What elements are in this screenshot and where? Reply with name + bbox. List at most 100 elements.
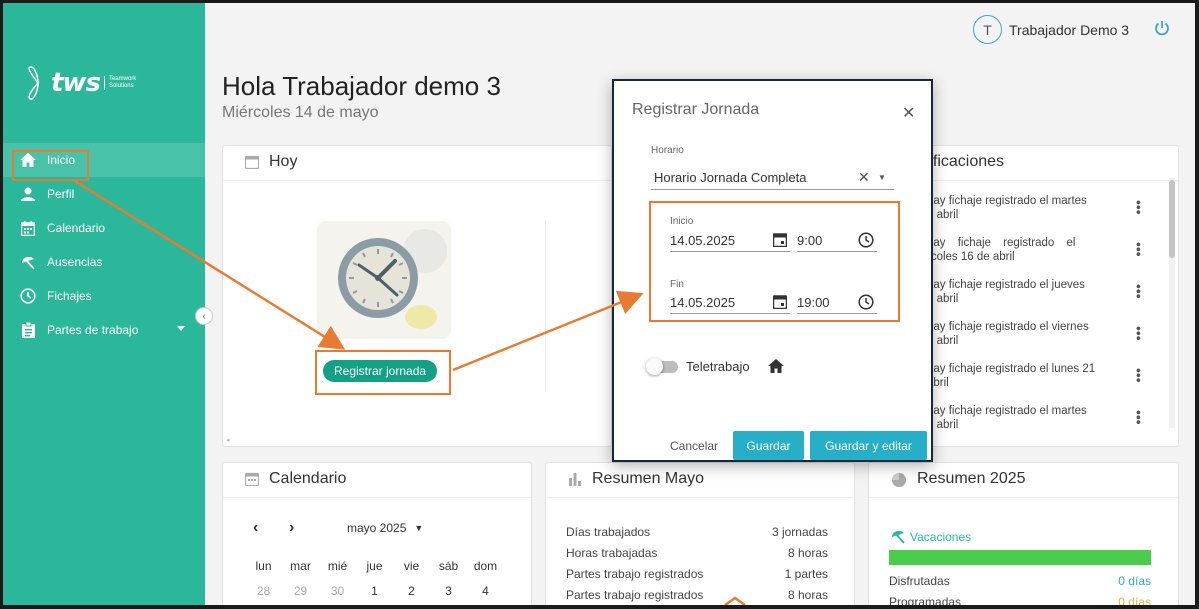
- summary-value: 1 partes: [784, 567, 828, 581]
- calendar-icon: [245, 155, 259, 169]
- fin-time-input[interactable]: 19:00: [797, 295, 830, 310]
- chevron-left-icon[interactable]: ‹: [253, 519, 277, 537]
- scroll-left-arrow-icon[interactable]: ◂: [226, 436, 230, 444]
- summary-row: Programadas 0 días: [889, 595, 1151, 605]
- divider: [223, 180, 611, 181]
- horario-underline: [651, 189, 894, 190]
- inicio-label: Inicio: [670, 216, 694, 227]
- sidebar-collapse-button[interactable]: ‹: [195, 307, 213, 325]
- fin-date-underline: [670, 313, 790, 314]
- sidebar-item-label: Ausencias: [47, 255, 103, 269]
- butterfly-logo-icon: [28, 66, 39, 100]
- vacaciones-text: Vacaciones: [910, 529, 972, 544]
- more-vert-icon[interactable]: •••: [1131, 284, 1147, 299]
- sidebar-item-label: Partes de trabajo: [47, 323, 139, 337]
- dialog-title: Registrar Jornada: [632, 101, 760, 118]
- summary-value: 0 días: [1118, 574, 1151, 588]
- chevron-right-icon[interactable]: ›: [289, 519, 347, 537]
- weekday-label: lun: [255, 558, 272, 573]
- chevron-down-icon[interactable]: ▼: [878, 173, 886, 182]
- calendar-icon: [245, 472, 259, 486]
- calendar-icon[interactable]: [773, 294, 787, 309]
- calendar-day[interactable]: 29: [282, 584, 319, 598]
- weekday-label: dom: [473, 558, 498, 573]
- teletrabajo-toggle[interactable]: [646, 358, 678, 375]
- card-title: Resumen Mayo: [592, 470, 705, 487]
- calendar-day[interactable]: 2: [393, 584, 430, 598]
- summary-list: Días trabajados 3 jornadas Horas trabajad…: [566, 525, 828, 605]
- weekday-label: mar: [290, 558, 311, 573]
- page-title: Hola Trabajador demo 3: [222, 71, 501, 101]
- toggle-knob: [646, 358, 663, 375]
- chevron-down-icon[interactable]: ▼: [414, 523, 423, 533]
- more-vert-icon[interactable]: •••: [1131, 326, 1147, 341]
- calendar-icon[interactable]: [773, 232, 787, 247]
- summary-value: 8 horas: [787, 588, 828, 602]
- scrollbar-thumb[interactable]: [1169, 180, 1175, 258]
- clock-illustration: [317, 221, 451, 339]
- calendar-day[interactable]: 4: [467, 584, 504, 598]
- clock-icon[interactable]: [858, 294, 874, 310]
- summary-row: Partes trabajo registrados 1 partes: [566, 567, 828, 588]
- notification-text: hay fichaje registrado el: [927, 237, 1076, 249]
- close-icon[interactable]: ✕: [902, 103, 915, 123]
- fin-date-input[interactable]: 14.05.2025: [670, 295, 735, 310]
- summary-value: 8 horas: [787, 546, 828, 560]
- week-row: 28 29 30 1 2 3 4: [245, 578, 504, 603]
- sidebar-item-perfil[interactable]: Perfil: [3, 177, 205, 211]
- summary-row: Disfrutadas 0 días: [889, 574, 1151, 588]
- notification-text: e abril: [927, 293, 959, 305]
- resumen-mayo-card: Resumen Mayo Días trabajados 3 jornadas H…: [545, 462, 855, 605]
- summary-label: Partes trabajo registrados: [566, 588, 704, 602]
- summary-row: Días trabajados 3 jornadas: [566, 525, 828, 546]
- avatar[interactable]: T: [973, 15, 1002, 44]
- umbrella-icon: [19, 253, 37, 271]
- summary-label: Partes trabajo registrados: [566, 567, 704, 581]
- save-button[interactable]: Guardar: [733, 431, 804, 460]
- clear-icon[interactable]: ✕: [858, 169, 870, 186]
- teletrabajo-label: Teletrabajo: [686, 359, 750, 374]
- inicio-date-input[interactable]: 14.05.2025: [670, 233, 735, 248]
- registrar-jornada-dialog: Registrar Jornada ✕ Horario Horario Jorn…: [612, 79, 933, 462]
- calendar-day[interactable]: 30: [319, 584, 356, 598]
- power-icon[interactable]: [1154, 20, 1170, 36]
- sidebar-item-calendario[interactable]: Calendario: [3, 211, 205, 245]
- notification-text: rcoles 16 de abril: [927, 251, 1015, 263]
- summary-value: 0 días: [1118, 595, 1151, 605]
- card-title: Hoy: [269, 153, 298, 170]
- calendar-day[interactable]: 3: [430, 584, 467, 598]
- card-title: Calendario: [269, 470, 347, 487]
- more-vert-icon[interactable]: •••: [1131, 200, 1147, 215]
- calendar-day[interactable]: 1: [356, 584, 393, 598]
- calendar-day[interactable]: 28: [245, 584, 282, 598]
- inicio-time-input[interactable]: 9:00: [797, 233, 822, 248]
- more-vert-icon[interactable]: •••: [1131, 368, 1147, 383]
- summary-label: Horas trabajadas: [566, 546, 658, 560]
- horario-select[interactable]: Horario Jornada Completa: [654, 170, 806, 185]
- fin-time-underline: [797, 313, 877, 314]
- calendar-grid: lun mar mié jue vie sáb dom 28 29 30 1 2…: [245, 553, 504, 603]
- divider: [546, 497, 854, 498]
- divider: [223, 497, 531, 498]
- sidebar-item-label: Perfil: [47, 187, 75, 201]
- clock-icon[interactable]: [858, 232, 874, 248]
- cancel-button[interactable]: Cancelar: [670, 439, 718, 453]
- weekday-label: mié: [327, 558, 348, 573]
- summary-value: 3 jornadas: [771, 525, 828, 539]
- notification-text: hay fichaje registrado el jueves: [927, 279, 1085, 291]
- page-subtitle-date: Miércoles 14 de mayo: [222, 104, 379, 121]
- save-and-edit-button[interactable]: Guardar y editar: [810, 431, 927, 460]
- annotation-box-register: [315, 350, 451, 395]
- person-icon: [19, 185, 37, 203]
- user-name[interactable]: Trabajador Demo 3: [1009, 22, 1129, 38]
- divider: [545, 220, 546, 392]
- sidebar-item-ausencias[interactable]: Ausencias: [3, 245, 205, 279]
- more-vert-icon[interactable]: •••: [1131, 242, 1147, 257]
- notification-text: e abril: [927, 209, 959, 221]
- divider: [869, 497, 1178, 498]
- summary-row: Horas trabajadas 8 horas: [566, 546, 828, 567]
- sidebar-item-partes[interactable]: Partes de trabajo: [3, 313, 205, 347]
- sidebar-item-fichajes[interactable]: Fichajes: [3, 279, 205, 313]
- more-vert-icon[interactable]: •••: [1131, 410, 1147, 425]
- month-selector[interactable]: mayo 2025: [347, 521, 406, 535]
